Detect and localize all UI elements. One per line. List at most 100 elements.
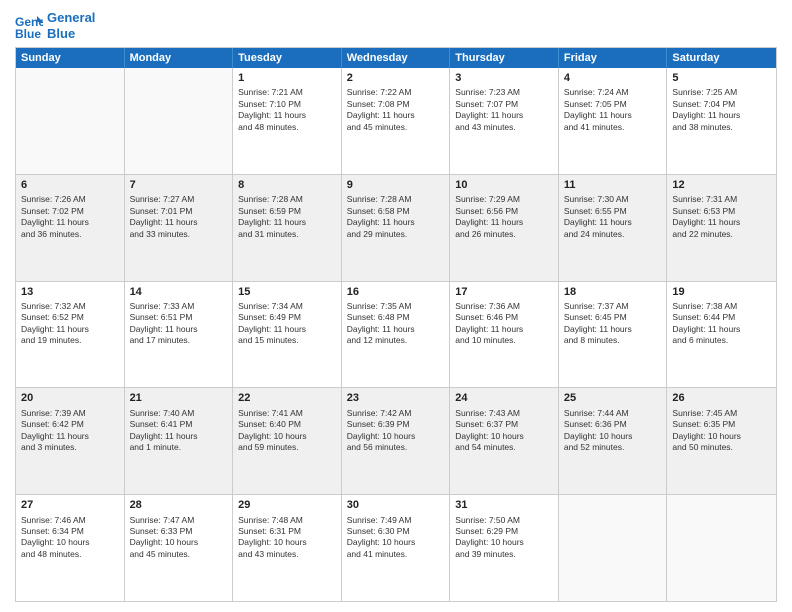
day-number: 10 <box>455 178 553 192</box>
day-detail: Sunrise: 7:48 AMSunset: 6:31 PMDaylight:… <box>238 515 336 561</box>
day-detail: Sunrise: 7:37 AMSunset: 6:45 PMDaylight:… <box>564 301 662 347</box>
calendar-cell: 20 Sunrise: 7:39 AMSunset: 6:42 PMDayligh… <box>16 388 125 494</box>
day-detail: Sunrise: 7:25 AMSunset: 7:04 PMDaylight:… <box>672 87 771 133</box>
day-detail: Sunrise: 7:23 AMSunset: 7:07 PMDaylight:… <box>455 87 553 133</box>
calendar-cell: 23 Sunrise: 7:42 AMSunset: 6:39 PMDayligh… <box>342 388 451 494</box>
day-number: 22 <box>238 391 336 405</box>
calendar-cell: 3 Sunrise: 7:23 AMSunset: 7:07 PMDaylight… <box>450 68 559 174</box>
day-number: 30 <box>347 498 445 512</box>
calendar-cell: 25Sunrise: 7:44 AMSunset: 6:36 PMDayligh… <box>559 388 668 494</box>
day-number: 2 <box>347 71 445 85</box>
calendar-cell: 12 Sunrise: 7:31 AMSunset: 6:53 PMDayligh… <box>667 175 776 281</box>
calendar-header-day: Tuesday <box>233 48 342 68</box>
day-number: 20 <box>21 391 119 405</box>
calendar-cell: 7 Sunrise: 7:27 AMSunset: 7:01 PMDaylight… <box>125 175 234 281</box>
logo-icon: General Blue <box>15 12 43 40</box>
day-detail: Sunrise: 7:41 AMSunset: 6:40 PMDaylight:… <box>238 408 336 454</box>
calendar-cell: 2Sunrise: 7:22 AMSunset: 7:08 PMDaylight… <box>342 68 451 174</box>
calendar: SundayMondayTuesdayWednesdayThursdayFrid… <box>15 47 777 602</box>
day-detail: Sunrise: 7:24 AMSunset: 7:05 PMDaylight:… <box>564 87 662 133</box>
day-detail: Sunrise: 7:28 AMSunset: 6:58 PMDaylight:… <box>347 194 445 240</box>
calendar-cell <box>125 68 234 174</box>
calendar-cell: 1Sunrise: 7:21 AMSunset: 7:10 PMDaylight… <box>233 68 342 174</box>
day-detail: Sunrise: 7:27 AMSunset: 7:01 PMDaylight:… <box>130 194 228 240</box>
calendar-header-day: Friday <box>559 48 668 68</box>
calendar-cell <box>667 495 776 601</box>
calendar-body: 1Sunrise: 7:21 AMSunset: 7:10 PMDaylight… <box>16 68 776 601</box>
day-detail: Sunrise: 7:36 AMSunset: 6:46 PMDaylight:… <box>455 301 553 347</box>
day-detail: Sunrise: 7:44 AMSunset: 6:36 PMDaylight:… <box>564 408 662 454</box>
calendar-cell: 17 Sunrise: 7:36 AMSunset: 6:46 PMDayligh… <box>450 282 559 388</box>
day-number: 27 <box>21 498 119 512</box>
header: General Blue General Blue <box>15 10 777 41</box>
calendar-header-day: Thursday <box>450 48 559 68</box>
calendar-cell: 30 Sunrise: 7:49 AMSunset: 6:30 PMDayligh… <box>342 495 451 601</box>
calendar-cell: 21Sunrise: 7:40 AMSunset: 6:41 PMDayligh… <box>125 388 234 494</box>
day-number: 17 <box>455 285 553 299</box>
calendar-header-day: Sunday <box>16 48 125 68</box>
day-detail: Sunrise: 7:32 AMSunset: 6:52 PMDaylight:… <box>21 301 119 347</box>
calendar-cell: 19 Sunrise: 7:38 AMSunset: 6:44 PMDayligh… <box>667 282 776 388</box>
day-number: 5 <box>672 71 771 85</box>
day-detail: Sunrise: 7:47 AMSunset: 6:33 PMDaylight:… <box>130 515 228 561</box>
calendar-row: 6Sunrise: 7:26 AMSunset: 7:02 PMDaylight… <box>16 174 776 281</box>
calendar-cell: 28 Sunrise: 7:47 AMSunset: 6:33 PMDayligh… <box>125 495 234 601</box>
day-number: 16 <box>347 285 445 299</box>
day-detail: Sunrise: 7:38 AMSunset: 6:44 PMDaylight:… <box>672 301 771 347</box>
day-detail: Sunrise: 7:33 AMSunset: 6:51 PMDaylight:… <box>130 301 228 347</box>
calendar-row: 1Sunrise: 7:21 AMSunset: 7:10 PMDaylight… <box>16 68 776 174</box>
day-number: 18 <box>564 285 662 299</box>
calendar-cell: 18 Sunrise: 7:37 AMSunset: 6:45 PMDayligh… <box>559 282 668 388</box>
day-number: 4 <box>564 71 662 85</box>
day-detail: Sunrise: 7:30 AMSunset: 6:55 PMDaylight:… <box>564 194 662 240</box>
logo-text: General Blue <box>47 10 95 41</box>
day-number: 26 <box>672 391 771 405</box>
day-detail: Sunrise: 7:49 AMSunset: 6:30 PMDaylight:… <box>347 515 445 561</box>
day-detail: Sunrise: 7:50 AMSunset: 6:29 PMDaylight:… <box>455 515 553 561</box>
calendar-header-day: Wednesday <box>342 48 451 68</box>
day-number: 3 <box>455 71 553 85</box>
day-number: 14 <box>130 285 228 299</box>
day-number: 11 <box>564 178 662 192</box>
calendar-cell: 14 Sunrise: 7:33 AMSunset: 6:51 PMDayligh… <box>125 282 234 388</box>
day-number: 23 <box>347 391 445 405</box>
day-number: 28 <box>130 498 228 512</box>
day-detail: Sunrise: 7:45 AMSunset: 6:35 PMDaylight:… <box>672 408 771 454</box>
day-number: 13 <box>21 285 119 299</box>
calendar-cell: 9 Sunrise: 7:28 AMSunset: 6:58 PMDaylight… <box>342 175 451 281</box>
day-detail: Sunrise: 7:46 AMSunset: 6:34 PMDaylight:… <box>21 515 119 561</box>
day-detail: Sunrise: 7:26 AMSunset: 7:02 PMDaylight:… <box>21 194 119 240</box>
day-detail: Sunrise: 7:34 AMSunset: 6:49 PMDaylight:… <box>238 301 336 347</box>
calendar-cell <box>559 495 668 601</box>
day-number: 15 <box>238 285 336 299</box>
calendar-cell: 5 Sunrise: 7:25 AMSunset: 7:04 PMDaylight… <box>667 68 776 174</box>
calendar-cell: 4 Sunrise: 7:24 AMSunset: 7:05 PMDaylight… <box>559 68 668 174</box>
day-number: 12 <box>672 178 771 192</box>
day-detail: Sunrise: 7:29 AMSunset: 6:56 PMDaylight:… <box>455 194 553 240</box>
svg-text:Blue: Blue <box>15 27 41 40</box>
calendar-cell: 24Sunrise: 7:43 AMSunset: 6:37 PMDayligh… <box>450 388 559 494</box>
calendar-header-day: Saturday <box>667 48 776 68</box>
day-detail: Sunrise: 7:35 AMSunset: 6:48 PMDaylight:… <box>347 301 445 347</box>
calendar-cell: 31Sunrise: 7:50 AMSunset: 6:29 PMDayligh… <box>450 495 559 601</box>
day-number: 29 <box>238 498 336 512</box>
day-number: 7 <box>130 178 228 192</box>
calendar-cell: 10 Sunrise: 7:29 AMSunset: 6:56 PMDayligh… <box>450 175 559 281</box>
day-number: 8 <box>238 178 336 192</box>
calendar-cell: 16 Sunrise: 7:35 AMSunset: 6:48 PMDayligh… <box>342 282 451 388</box>
calendar-row: 13 Sunrise: 7:32 AMSunset: 6:52 PMDayligh… <box>16 281 776 388</box>
calendar-cell: 22 Sunrise: 7:41 AMSunset: 6:40 PMDayligh… <box>233 388 342 494</box>
day-detail: Sunrise: 7:31 AMSunset: 6:53 PMDaylight:… <box>672 194 771 240</box>
calendar-cell: 8Sunrise: 7:28 AMSunset: 6:59 PMDaylight… <box>233 175 342 281</box>
day-number: 24 <box>455 391 553 405</box>
calendar-cell: 11 Sunrise: 7:30 AMSunset: 6:55 PMDayligh… <box>559 175 668 281</box>
calendar-header-day: Monday <box>125 48 234 68</box>
day-number: 19 <box>672 285 771 299</box>
calendar-cell: 29 Sunrise: 7:48 AMSunset: 6:31 PMDayligh… <box>233 495 342 601</box>
calendar-cell <box>16 68 125 174</box>
calendar-row: 20 Sunrise: 7:39 AMSunset: 6:42 PMDayligh… <box>16 387 776 494</box>
day-detail: Sunrise: 7:39 AMSunset: 6:42 PMDaylight:… <box>21 408 119 454</box>
calendar-cell: 15 Sunrise: 7:34 AMSunset: 6:49 PMDayligh… <box>233 282 342 388</box>
day-detail: Sunrise: 7:42 AMSunset: 6:39 PMDaylight:… <box>347 408 445 454</box>
day-number: 9 <box>347 178 445 192</box>
